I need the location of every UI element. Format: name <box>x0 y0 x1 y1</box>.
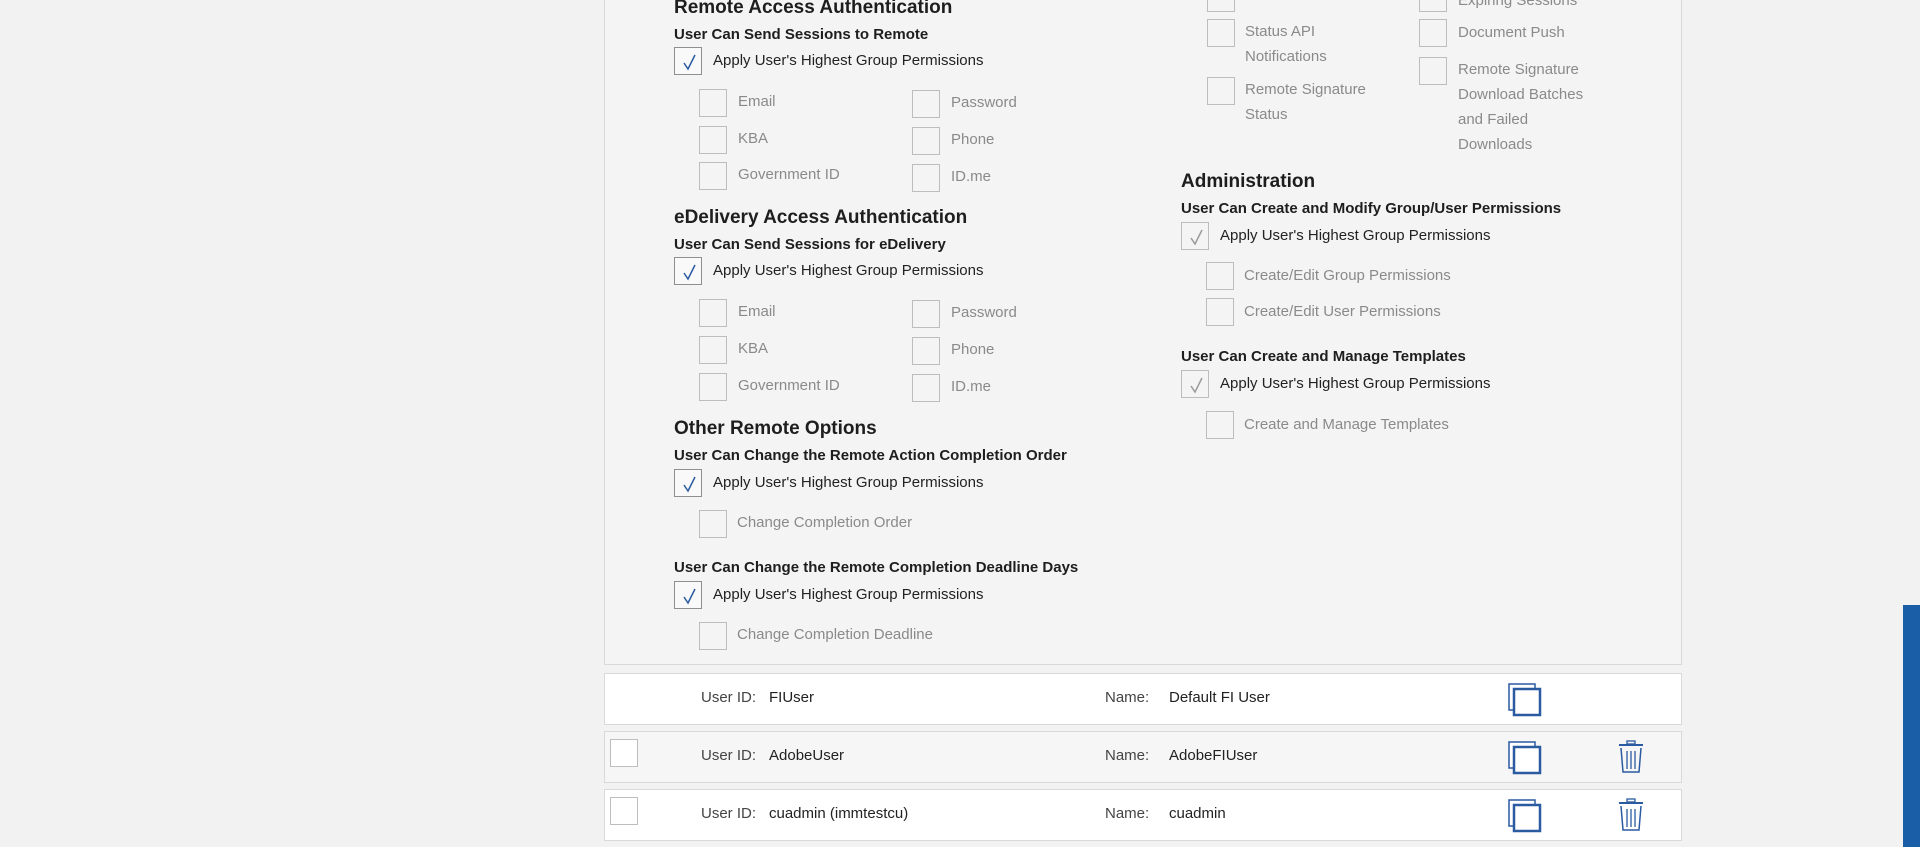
status-api-notifications-checkbox[interactable] <box>1207 19 1235 47</box>
templates-apply-label: Apply User's Highest Group Permissions <box>1220 375 1491 392</box>
edelivery-email-label: Email <box>738 303 776 320</box>
copy-icon[interactable] <box>1508 741 1542 775</box>
deadline-days-subtitle: User Can Change the Remote Completion De… <box>674 559 1079 576</box>
deadline-days-apply-checkbox[interactable] <box>674 581 702 609</box>
edelivery-kba-label: KBA <box>738 340 769 357</box>
name-label: Name: <box>1105 805 1150 822</box>
trash-icon[interactable] <box>1617 798 1645 832</box>
edelivery-idme-label: ID.me <box>951 378 992 395</box>
user-id-label: User ID: <box>701 689 757 706</box>
remote-idme-checkbox[interactable] <box>912 164 940 192</box>
user-row[interactable]: User ID: FIUser Name: Default FI User <box>604 673 1682 725</box>
remote-password-checkbox[interactable] <box>912 90 940 118</box>
remote-signature-download-label: Remote Signature Download Batches and Fa… <box>1458 61 1584 153</box>
user-id-label: User ID: <box>701 747 757 764</box>
permissions-apply-checkbox[interactable] <box>1181 222 1209 250</box>
remote-signature-download-checkbox[interactable] <box>1419 57 1447 85</box>
edelivery-idme-checkbox[interactable] <box>912 374 940 402</box>
create-edit-group-permissions-label: Create/Edit Group Permissions <box>1244 267 1451 284</box>
edelivery-subtitle: User Can Send Sessions for eDelivery <box>674 236 946 253</box>
remote-kba-checkbox[interactable] <box>699 126 727 154</box>
remote-access-title: Remote Access Authentication <box>674 0 953 18</box>
create-manage-templates-checkbox[interactable] <box>1206 411 1234 439</box>
expiring-sessions-checkbox[interactable] <box>1419 0 1447 12</box>
edelivery-apply-label: Apply User's Highest Group Permissions <box>713 262 984 279</box>
scrollbar-thumb[interactable] <box>1903 605 1920 847</box>
name-label: Name: <box>1105 747 1150 764</box>
edelivery-kba-checkbox[interactable] <box>699 336 727 364</box>
user-select-checkbox[interactable] <box>610 797 638 825</box>
edelivery-government-id-label: Government ID <box>738 377 840 394</box>
change-completion-deadline-checkbox[interactable] <box>699 622 727 650</box>
user-id-value: cuadmin (immtestcu) <box>769 805 909 822</box>
trash-icon[interactable] <box>1617 740 1645 774</box>
remote-email-checkbox[interactable] <box>699 89 727 117</box>
change-completion-order-checkbox[interactable] <box>699 510 727 538</box>
edelivery-password-label: Password <box>951 304 1017 321</box>
user-row[interactable]: User ID: AdobeUser Name: AdobeFIUser <box>604 731 1682 783</box>
completion-order-subtitle: User Can Change the Remote Action Comple… <box>674 447 1067 464</box>
check-icon <box>683 54 696 71</box>
change-completion-deadline-label: Change Completion Deadline <box>737 626 933 643</box>
remote-signature-status-label: Remote Signature Status <box>1245 81 1366 123</box>
remote-email-label: Email <box>738 93 776 110</box>
permissions-apply-label: Apply User's Highest Group Permissions <box>1220 227 1491 244</box>
check-icon <box>1190 229 1203 246</box>
name-value: AdobeFIUser <box>1169 747 1258 764</box>
remote-kba-label: KBA <box>738 130 769 147</box>
remote-idme-label: ID.me <box>951 168 992 185</box>
remote-government-id-checkbox[interactable] <box>699 162 727 190</box>
templates-subtitle: User Can Create and Manage Templates <box>1181 348 1466 365</box>
edelivery-password-checkbox[interactable] <box>912 300 940 328</box>
document-push-label: Document Push <box>1458 24 1565 41</box>
remote-password-label: Password <box>951 94 1017 111</box>
name-value: Default FI User <box>1169 689 1270 706</box>
check-icon <box>683 264 696 281</box>
user-id-value: AdobeUser <box>769 747 845 764</box>
permissions-subtitle: User Can Create and Modify Group/User Pe… <box>1181 200 1562 217</box>
remote-access-apply-label: Apply User's Highest Group Permissions <box>713 52 984 69</box>
user-id-label: User ID: <box>701 805 757 822</box>
create-edit-user-permissions-label: Create/Edit User Permissions <box>1244 303 1441 320</box>
edelivery-government-id-checkbox[interactable] <box>699 373 727 401</box>
document-push-checkbox[interactable] <box>1419 19 1447 47</box>
completion-order-apply-label: Apply User's Highest Group Permissions <box>713 474 984 491</box>
check-icon <box>683 476 696 493</box>
user-id-value: FIUser <box>769 689 814 706</box>
copy-icon[interactable] <box>1508 799 1542 833</box>
remote-phone-checkbox[interactable] <box>912 127 940 155</box>
status-api-notifications-label: Status API Notifications <box>1245 23 1327 65</box>
create-edit-user-permissions-checkbox[interactable] <box>1206 298 1234 326</box>
create-manage-templates-label: Create and Manage Templates <box>1244 416 1449 433</box>
user-row[interactable]: User ID: cuadmin (immtestcu) Name: cuadm… <box>604 789 1682 841</box>
edelivery-title: eDelivery Access Authentication <box>674 207 968 228</box>
copy-icon[interactable] <box>1508 683 1542 717</box>
remote-access-apply-checkbox[interactable] <box>674 47 702 75</box>
create-edit-group-permissions-checkbox[interactable] <box>1206 262 1234 290</box>
check-icon <box>683 588 696 605</box>
remote-signature-status-checkbox[interactable] <box>1207 77 1235 105</box>
completion-order-apply-checkbox[interactable] <box>674 469 702 497</box>
other-remote-title: Other Remote Options <box>674 418 877 439</box>
notification-top-checkbox[interactable] <box>1207 0 1235 12</box>
remote-phone-label: Phone <box>951 131 995 148</box>
name-label: Name: <box>1105 689 1150 706</box>
name-value: cuadmin <box>1169 805 1226 822</box>
edelivery-phone-checkbox[interactable] <box>912 337 940 365</box>
templates-apply-checkbox[interactable] <box>1181 370 1209 398</box>
edelivery-phone-label: Phone <box>951 341 995 358</box>
user-select-checkbox[interactable] <box>610 739 638 767</box>
administration-title: Administration <box>1181 171 1316 192</box>
edelivery-email-checkbox[interactable] <box>699 299 727 327</box>
change-completion-order-label: Change Completion Order <box>737 514 913 531</box>
expiring-sessions-label: Expiring Sessions <box>1458 0 1578 9</box>
edelivery-apply-checkbox[interactable] <box>674 257 702 285</box>
deadline-days-apply-label: Apply User's Highest Group Permissions <box>713 586 984 603</box>
check-icon <box>1190 377 1203 394</box>
remote-government-id-label: Government ID <box>738 166 840 183</box>
remote-access-subtitle: User Can Send Sessions to Remote <box>674 26 929 43</box>
